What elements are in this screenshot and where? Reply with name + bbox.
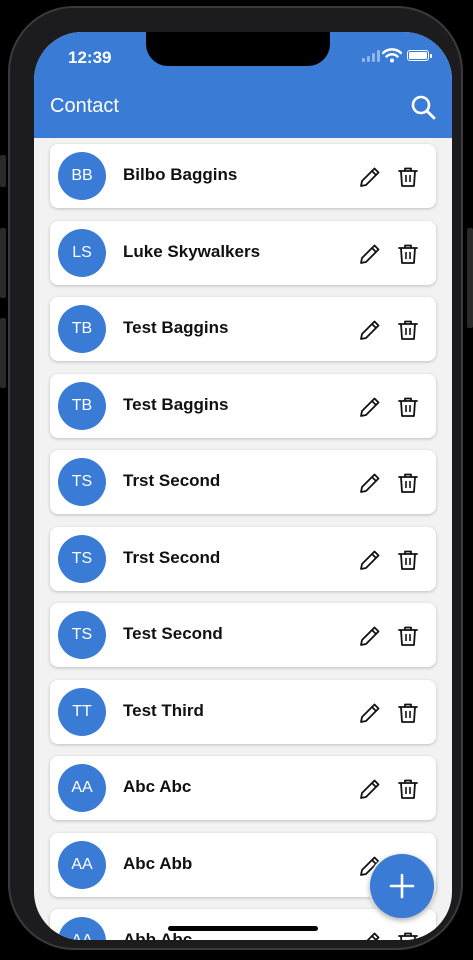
avatar-initials: TB [71,396,93,414]
contact-name: Test Baggins [123,394,229,414]
mute-switch [0,155,6,187]
contact-card[interactable]: AA Abb Abc [50,909,436,940]
pencil-icon[interactable] [358,701,382,725]
trash-icon[interactable] [396,777,420,801]
avatar-initials: TT [72,702,92,720]
contact-card[interactable]: TS Test Second [50,603,436,667]
avatar-initials: TS [71,626,93,643]
contact-card[interactable]: TT Test Third [50,679,436,744]
search-icon[interactable] [410,94,436,120]
phone-frame: 12:39 Contact BB Bilbo Baggins LS Luke S… [8,6,463,950]
contact-name: Bilbo Baggins [123,165,238,184]
contact-card[interactable]: TS Trst Second [50,450,436,514]
contact-card[interactable]: TB Test Baggins [50,373,436,438]
avatar-initials: AA [71,855,93,873]
avatar: LS [58,228,106,277]
avatar-initials: AA [71,932,92,940]
page-title: Contact [50,95,119,117]
contact-card[interactable]: TS Trst Second [50,526,436,591]
avatar: BB [58,152,106,200]
contact-name: Test Baggins [123,318,229,337]
pencil-icon[interactable] [358,395,382,419]
trash-icon[interactable] [396,701,420,725]
contact-card[interactable]: TB Test Baggins [50,297,436,361]
avatar: AA [58,917,106,940]
pencil-icon[interactable] [358,165,382,189]
phone-notch [146,32,330,66]
trash-icon[interactable] [396,471,420,495]
trash-icon[interactable] [396,548,420,572]
avatar: TT [58,687,106,736]
wifi-icon [382,48,402,63]
volume-down-button [0,318,6,388]
contact-name: Abb Abc [123,930,193,940]
avatar: TS [58,534,106,583]
pencil-icon[interactable] [358,930,382,940]
contact-name: Trst Second [123,471,221,490]
avatar-initials: TS [71,549,93,567]
avatar: AA [58,764,106,812]
contact-name: Luke Skywalkers [123,241,261,261]
contact-list: BB Bilbo Baggins LS Luke Skywalkers TB T… [50,144,436,940]
avatar-initials: BB [71,167,93,184]
power-button [467,228,473,328]
home-indicator [168,926,318,931]
pencil-icon[interactable] [358,318,382,342]
pencil-icon[interactable] [358,242,382,266]
contact-card[interactable]: LS Luke Skywalkers [50,220,436,285]
contact-card[interactable]: BB Bilbo Baggins [50,144,436,208]
avatar: TS [58,458,106,506]
add-contact-button[interactable] [370,854,434,918]
pencil-icon[interactable] [358,471,382,495]
trash-icon[interactable] [396,624,420,648]
pencil-icon[interactable] [358,624,382,648]
avatar: AA [58,840,106,889]
trash-icon[interactable] [396,165,420,189]
avatar: TB [58,305,106,353]
avatar-initials: TB [71,320,93,337]
status-time: 12:39 [68,48,112,67]
pencil-icon[interactable] [358,777,382,801]
avatar: TS [58,611,106,659]
avatar-initials: TS [71,473,93,490]
contact-card[interactable]: AA Abc Abc [50,756,436,820]
volume-up-button [0,228,6,298]
contact-name: Test Second [123,624,223,643]
pencil-icon[interactable] [358,548,382,572]
trash-icon[interactable] [396,930,420,940]
contact-name: Abc Abc [123,777,192,796]
contact-name: Abc Abb [123,853,193,873]
trash-icon[interactable] [396,395,420,419]
avatar: TB [58,381,106,430]
plus-icon [389,873,415,899]
contact-name: Trst Second [123,547,221,567]
avatar-initials: LS [72,243,92,261]
battery-icon [407,50,432,61]
cellular-signal-icon [362,50,380,62]
avatar-initials: AA [71,779,93,796]
contact-name: Test Third [123,700,204,720]
trash-icon[interactable] [396,242,420,266]
phone-screen: 12:39 Contact BB Bilbo Baggins LS Luke S… [34,32,452,940]
trash-icon[interactable] [396,318,420,342]
